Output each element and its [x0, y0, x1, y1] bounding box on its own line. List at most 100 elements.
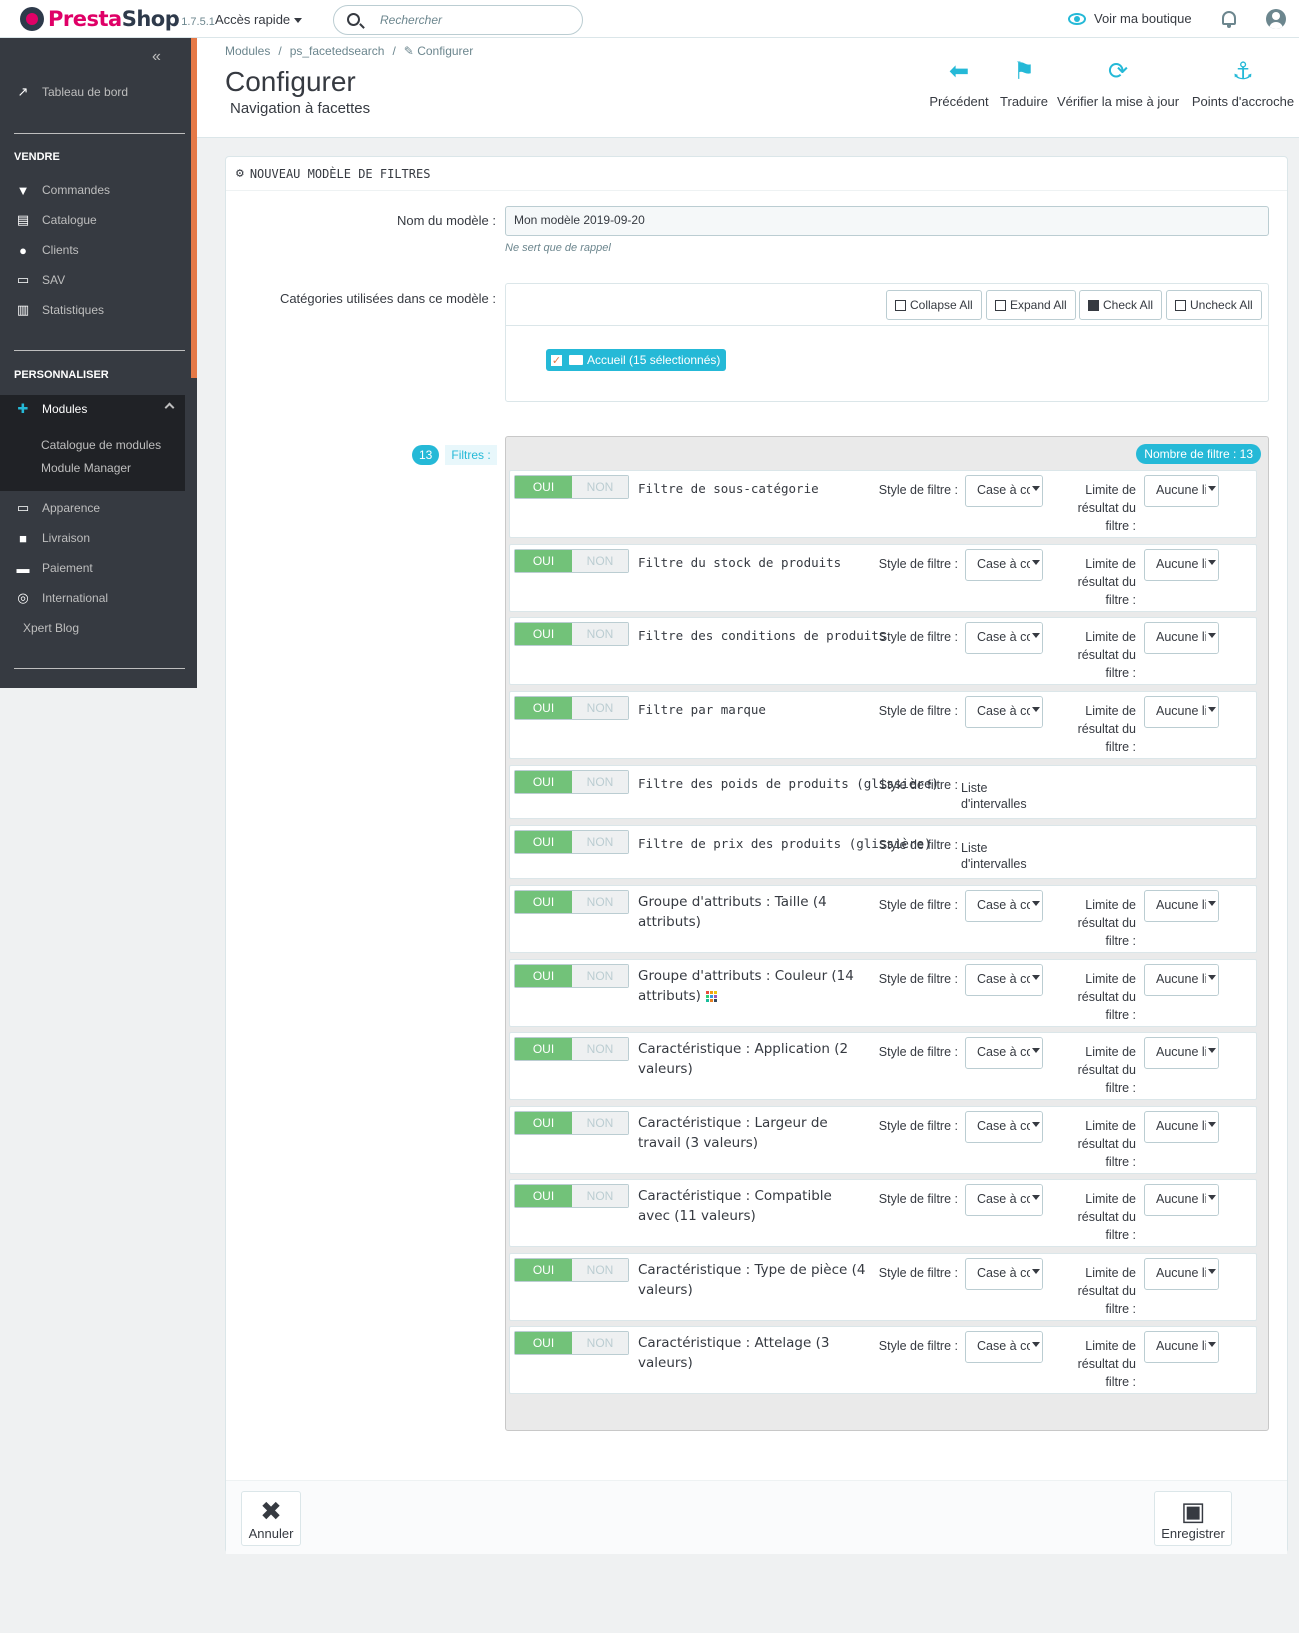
enable-filter-toggle[interactable]: OUI NON [514, 770, 629, 794]
submenu-item-module-manager[interactable]: Module Manager [41, 461, 131, 475]
filter-style-select[interactable]: Case à cocher [965, 1184, 1043, 1216]
filter-style-select[interactable]: Case à cocher [965, 964, 1043, 996]
model-name-field[interactable]: Mon modèle 2019-09-20 [505, 206, 1269, 236]
enable-filter-toggle[interactable]: OUI NON [514, 622, 629, 646]
collapse-all-button[interactable]: Collapse All [886, 290, 982, 320]
view-shop-link[interactable]: Voir ma boutique [1068, 11, 1192, 26]
check-update-button[interactable]: ⟳ Vérifier la mise à jour [1055, 56, 1181, 110]
uncheck-all-button[interactable]: Uncheck All [1166, 290, 1262, 320]
toggle-on-option[interactable]: OUI [515, 697, 572, 719]
breadcrumb-item[interactable]: ps_facetedsearch [290, 44, 385, 58]
check-all-button[interactable]: Check All [1079, 290, 1163, 320]
toggle-on-option[interactable]: OUI [515, 831, 572, 853]
filter-limit-select[interactable]: Aucune limite [1144, 1111, 1219, 1143]
enable-filter-toggle[interactable]: OUI NON [514, 1037, 629, 1061]
sidebar-item-modules[interactable]: ✚ Modules [0, 395, 185, 423]
save-button[interactable]: ▣ Enregistrer [1154, 1491, 1232, 1546]
toggle-on-option[interactable]: OUI [515, 1259, 572, 1281]
filter-style-select[interactable]: Case à cocher [965, 1111, 1043, 1143]
toggle-on-option[interactable]: OUI [515, 1112, 572, 1134]
sidebar-item-payment[interactable]: ▬ Paiement [0, 554, 191, 582]
submenu-item-modules-catalog[interactable]: Catalogue de modules [41, 438, 161, 452]
filter-limit-select[interactable]: Aucune limite [1144, 1331, 1219, 1363]
filter-limit-select[interactable]: Aucune limite [1144, 964, 1219, 996]
toggle-off-option[interactable]: NON [572, 623, 628, 645]
toggle-on-option[interactable]: OUI [515, 1332, 572, 1354]
sidebar-item-xpert-blog[interactable]: Xpert Blog [0, 614, 191, 642]
toggle-off-option[interactable]: NON [572, 1332, 628, 1354]
toggle-off-option[interactable]: NON [572, 476, 628, 498]
filter-style-select[interactable]: Case à cocher [965, 622, 1043, 654]
filter-style-select[interactable]: Case à cocher [965, 549, 1043, 581]
toggle-off-option[interactable]: NON [572, 1112, 628, 1134]
filter-style-select[interactable]: Case à cocher [965, 1037, 1043, 1069]
hooks-button[interactable]: ⚓ Points d'accroche [1189, 56, 1297, 110]
filter-limit-select[interactable]: Aucune limite [1144, 696, 1219, 728]
enable-filter-toggle[interactable]: OUI NON [514, 964, 629, 988]
filter-limit-select[interactable]: Aucune limite [1144, 1184, 1219, 1216]
toggle-on-option[interactable]: OUI [515, 891, 572, 913]
toggle-off-option[interactable]: NON [572, 771, 628, 793]
enable-filter-toggle[interactable]: OUI NON [514, 1184, 629, 1208]
filter-style-select[interactable]: Case à cocher [965, 1258, 1043, 1290]
sidebar-item-catalog[interactable]: ▤ Catalogue [0, 206, 191, 234]
filter-style-select[interactable]: Case à cocher [965, 890, 1043, 922]
enable-filter-toggle[interactable]: OUI NON [514, 1331, 629, 1355]
expand-all-button[interactable]: Expand All [986, 290, 1076, 320]
toggle-off-option[interactable]: NON [572, 697, 628, 719]
toggle-on-option[interactable]: OUI [515, 550, 572, 572]
sidebar-item-stats[interactable]: ▥ Statistiques [0, 296, 191, 324]
toggle-off-option[interactable]: NON [572, 1259, 628, 1281]
breadcrumb-item[interactable]: Modules [225, 44, 270, 58]
toggle-off-option[interactable]: NON [572, 1185, 628, 1207]
toggle-on-option[interactable]: OUI [515, 1185, 572, 1207]
filter-style-select[interactable]: Case à cocher [965, 1331, 1043, 1363]
sidebar-item-dashboard[interactable]: ↗ Tableau de bord [0, 78, 191, 106]
toggle-on-option[interactable]: OUI [515, 623, 572, 645]
enable-filter-toggle[interactable]: OUI NON [514, 1258, 629, 1282]
toggle-on-option[interactable]: OUI [515, 1038, 572, 1060]
filter-row: OUI NON Caractéristique : Application (2 v… [509, 1032, 1257, 1100]
toggle-on-option[interactable]: OUI [515, 965, 572, 987]
enable-filter-toggle[interactable]: OUI NON [514, 1111, 629, 1135]
filter-limit-select[interactable]: Aucune limite [1144, 549, 1219, 581]
enable-filter-toggle[interactable]: OUI NON [514, 890, 629, 914]
cancel-button[interactable]: ✖ Annuler [241, 1491, 301, 1546]
toggle-on-option[interactable]: OUI [515, 771, 572, 793]
translate-button[interactable]: ⚑ Traduire [995, 56, 1053, 110]
sidebar-item-international[interactable]: ◎ International [0, 584, 191, 612]
toggle-off-option[interactable]: NON [572, 550, 628, 572]
filter-limit-select[interactable]: Aucune limite [1144, 622, 1219, 654]
checkbox-checked-icon[interactable]: ✓ [550, 353, 563, 367]
quick-access-dropdown[interactable]: Accès rapide [215, 12, 303, 27]
sidebar-nav: « ↗ Tableau de bord VENDRE ▼ Commandes ▤ Ca… [0, 38, 197, 688]
toggle-off-option[interactable]: NON [572, 1038, 628, 1060]
search-input[interactable]: Rechercher [333, 5, 583, 35]
filter-limit-select[interactable]: Aucune limite [1144, 1258, 1219, 1290]
sidebar-item-sav[interactable]: ▭ SAV [0, 266, 191, 294]
filter-row: OUI NON Filtre du stock de produits Style d… [509, 544, 1257, 612]
back-button[interactable]: ⬅ Précédent [924, 56, 994, 110]
toggle-off-option[interactable]: NON [572, 965, 628, 987]
sidebar-item-shipping[interactable]: ■ Livraison [0, 524, 191, 552]
category-root-node[interactable]: ✓ Accueil (15 sélectionnés) [546, 349, 727, 371]
enable-filter-toggle[interactable]: OUI NON [514, 475, 629, 499]
sidebar-item-customers[interactable]: ● Clients [0, 236, 191, 264]
enable-filter-toggle[interactable]: OUI NON [514, 830, 629, 854]
filter-style-select[interactable]: Case à cocher [965, 475, 1043, 507]
prestashop-logo[interactable]: PrestaShop 1.7.5.1 [20, 6, 215, 32]
filter-limit-select[interactable]: Aucune limite [1144, 475, 1219, 507]
filter-limit-select[interactable]: Aucune limite [1144, 1037, 1219, 1069]
sidebar-item-orders[interactable]: ▼ Commandes [0, 176, 191, 204]
user-account-icon[interactable] [1266, 9, 1286, 29]
toggle-on-option[interactable]: OUI [515, 476, 572, 498]
toggle-off-option[interactable]: NON [572, 891, 628, 913]
collapse-sidebar-icon[interactable]: « [152, 48, 161, 66]
notifications-bell-icon[interactable] [1222, 11, 1236, 28]
filter-limit-select[interactable]: Aucune limite [1144, 890, 1219, 922]
enable-filter-toggle[interactable]: OUI NON [514, 696, 629, 720]
toggle-off-option[interactable]: NON [572, 831, 628, 853]
enable-filter-toggle[interactable]: OUI NON [514, 549, 629, 573]
sidebar-item-appearance[interactable]: ▭ Apparence [0, 494, 191, 522]
filter-style-select[interactable]: Case à cocher [965, 696, 1043, 728]
